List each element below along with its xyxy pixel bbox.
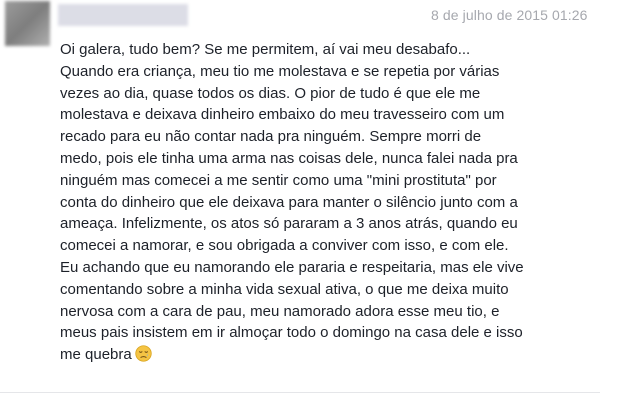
message-line: Oi galera, tudo bem? Se me permitem, aí … [60, 41, 471, 58]
message-line: ninguém mas comecei a me sentir como uma… [60, 171, 497, 189]
message-line: Eu achando que eu namorando ele pararia … [60, 258, 524, 276]
message-line: Quando era criança, meu tio me molestava… [60, 62, 500, 80]
sad-face-emoji-icon [135, 345, 152, 362]
message-line: vezes ao dia, quase todos os dias. O pio… [60, 84, 481, 102]
message-line-last: me quebra [60, 344, 605, 366]
author-avatar-blurred[interactable] [5, 1, 50, 46]
post-divider [0, 392, 600, 393]
author-name-blurred[interactable] [58, 4, 188, 26]
message-line: ameaça. Infelizmente, os atos só pararam… [60, 215, 518, 233]
message-line: recado para eu não contar nada pra ningu… [60, 128, 482, 146]
facebook-post: 8 de julho de 2015 01:26 Oi galera, tudo… [0, 0, 624, 406]
post-message: Oi galera, tudo bem? Se me permitem, aí … [60, 39, 605, 366]
message-line: medo, pois ele tinha uma arma nas coisas… [60, 149, 518, 167]
message-line-text: me quebra [60, 346, 132, 364]
message-line: nervosa com a cara de pau, meu namorado … [60, 302, 500, 320]
message-line: comecei a namorar, e sou obrigada a conv… [60, 237, 509, 255]
message-line: meus pais insistem em ir almoçar todo o … [60, 324, 523, 342]
message-line: comentando sobre a minha vida sexual ati… [60, 280, 509, 298]
post-timestamp[interactable]: 8 de julho de 2015 01:26 [431, 7, 588, 23]
message-line: molestava e deixava dinheiro embaixo do … [60, 106, 505, 124]
message-line: conta do dinheiro que ele deixava para m… [60, 193, 518, 211]
